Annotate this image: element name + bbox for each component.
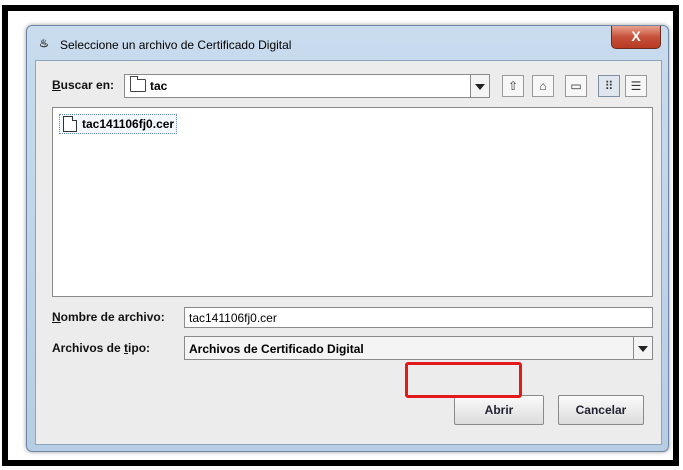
open-button[interactable]: Abrir (454, 395, 544, 425)
filename-value: tac141106fj0.cer (189, 311, 277, 325)
lookin-dropdown-button[interactable] (470, 74, 490, 98)
title-bar[interactable]: ♨ Seleccione un archivo de Certificado D… (27, 26, 668, 60)
lookin-label: Buscar en: (52, 78, 114, 92)
new-folder-icon: ▭ (570, 79, 582, 93)
home-icon: ⌂ (539, 79, 547, 93)
filetype-label-text: ipo: (128, 341, 151, 355)
up-folder-icon: ⇧ (507, 79, 519, 93)
lookin-label-mnemonic: B (52, 78, 61, 92)
filetype-value: Archivos de Certificado Digital (189, 342, 364, 356)
filetype-dropdown-button[interactable] (633, 336, 653, 360)
window-title: Seleccione un archivo de Certificado Dig… (60, 38, 292, 52)
filename-label-mnemonic: N (52, 310, 61, 324)
java-app-icon: ♨ (39, 38, 49, 50)
close-button[interactable]: X (611, 26, 661, 49)
cancel-button[interactable]: Cancelar (558, 395, 644, 425)
details-view-icon: ☰ (630, 79, 642, 93)
file-name: tac141106fj0.cer (82, 117, 175, 131)
lookin-label-text: uscar en: (60, 78, 115, 92)
filetype-label: Archivos de tipo: (52, 341, 150, 355)
list-item[interactable]: tac141106fj0.cer (59, 114, 178, 134)
list-view-icon: ⠿ (604, 79, 614, 93)
up-folder-button[interactable]: ⇧ (502, 75, 524, 97)
details-view-button[interactable]: ☰ (625, 75, 647, 97)
file-icon (63, 116, 77, 132)
folder-icon (130, 76, 146, 92)
lookin-value: tac (150, 79, 168, 93)
list-view-button[interactable]: ⠿ (598, 75, 620, 97)
new-folder-button[interactable]: ▭ (565, 75, 587, 97)
filetype-combobox[interactable]: Archivos de Certificado Digital (184, 336, 634, 360)
home-button[interactable]: ⌂ (532, 75, 554, 97)
lookin-combobox[interactable]: tac (124, 74, 472, 98)
filename-input[interactable]: tac141106fj0.cer (184, 307, 653, 328)
filename-label-text: ombre de archivo: (60, 310, 165, 324)
file-chooser-dialog: ♨ Seleccione un archivo de Certificado D… (26, 25, 669, 452)
dialog-content: Buscar en: tac ⇧ ⌂ ▭ ⠿ ☰ tac141106fj0.ce… (35, 60, 662, 445)
file-list[interactable]: tac141106fj0.cer (52, 107, 653, 297)
open-button-highlight (405, 362, 522, 398)
filename-label: Nombre de archivo: (52, 310, 165, 324)
filetype-label-pre: Archivos de (52, 341, 125, 355)
